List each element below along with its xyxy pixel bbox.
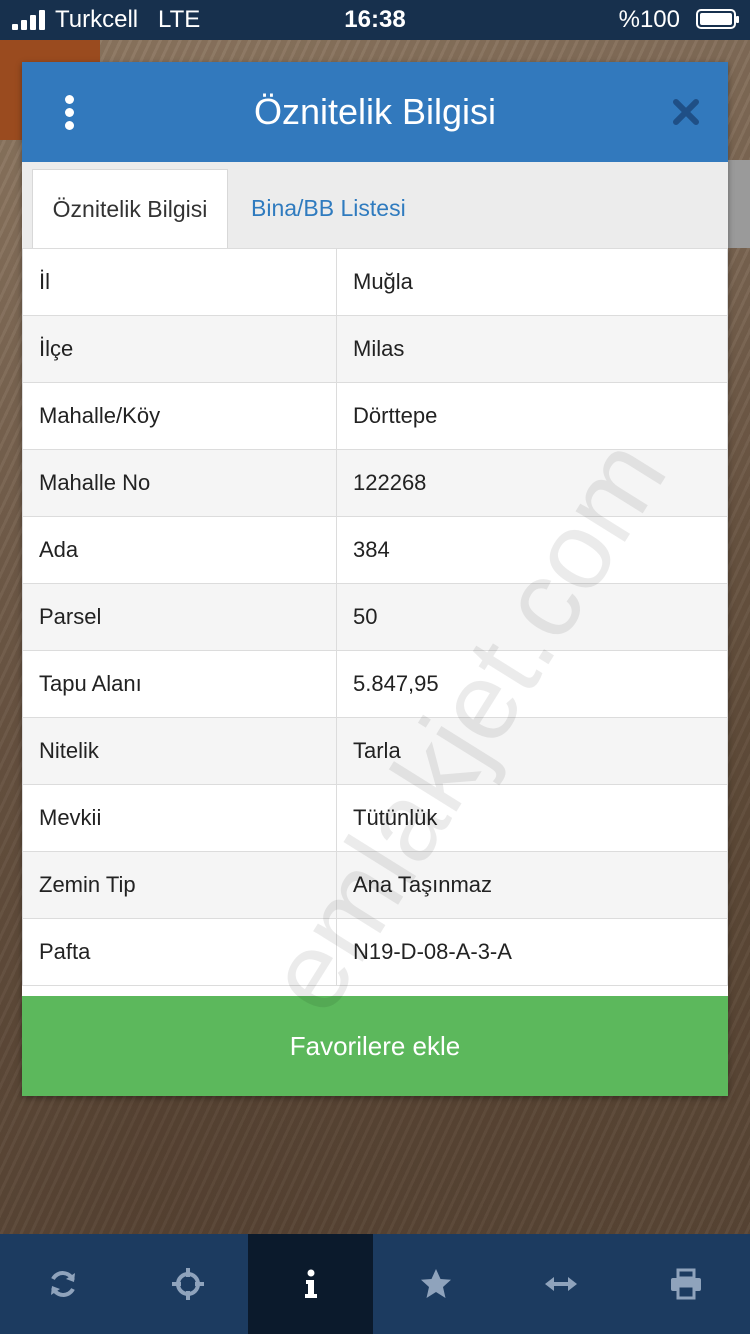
table-row: Zemin Tip Ana Taşınmaz [22,851,728,919]
refresh-button[interactable] [0,1234,125,1334]
row-key: Pafta [22,918,337,986]
row-value: Muğla [336,248,728,316]
crosshair-icon [171,1268,204,1300]
row-value: Milas [336,315,728,383]
modal-header: Öznitelik Bilgisi [22,62,728,162]
bottom-toolbar [0,1234,750,1334]
close-icon[interactable] [670,96,702,128]
table-row: Ada 384 [22,516,728,584]
row-key: Mevkii [22,784,337,852]
row-value: Dörttepe [336,382,728,450]
row-value: N19-D-08-A-3-A [336,918,728,986]
map-edge-control [728,160,750,248]
locate-button[interactable] [125,1234,250,1334]
row-value: 5.847,95 [336,650,728,718]
attribute-table: İl Muğla İlçe Milas Mahalle/Köy Dörttepe… [22,248,728,986]
row-value: 50 [336,583,728,651]
row-key: Ada [22,516,337,584]
print-icon [670,1268,701,1300]
row-key: İl [22,248,337,316]
print-button[interactable] [623,1234,748,1334]
modal-title: Öznitelik Bilgisi [253,91,497,132]
row-value: Tütünlük [336,784,728,852]
row-key: Mahalle No [22,449,337,517]
row-key: Tapu Alanı [22,650,337,718]
row-key: Parsel [22,583,337,651]
tab-attribute-info[interactable]: Öznitelik Bilgisi [32,169,228,249]
measure-button[interactable] [498,1234,623,1334]
table-row: Pafta N19-D-08-A-3-A [22,918,728,986]
battery-percent: %100 [618,6,680,33]
info-icon [304,1269,317,1298]
measure-icon [544,1277,577,1291]
row-key: İlçe [22,315,337,383]
refresh-icon [50,1271,75,1297]
row-key: Zemin Tip [22,851,337,919]
table-row: Nitelik Tarla [22,717,728,785]
table-row: İl Muğla [22,248,728,316]
attribute-modal: Öznitelik Bilgisi Öznitelik Bilgisi Bina… [22,62,728,1096]
tab-bar: Öznitelik Bilgisi Bina/BB Listesi [22,162,728,249]
table-row: Parsel 50 [22,583,728,651]
row-value: Tarla [336,717,728,785]
status-bar: Turkcell LTE 16:38 %100 [0,0,750,40]
info-button[interactable] [248,1234,373,1334]
table-row: İlçe Milas [22,315,728,383]
row-key: Mahalle/Köy [22,382,337,450]
favorites-button[interactable] [373,1234,498,1334]
row-value: Ana Taşınmaz [336,851,728,919]
add-to-favorites-button[interactable]: Favorilere ekle [22,996,728,1096]
table-row: Mevkii Tütünlük [22,784,728,852]
table-row: Tapu Alanı 5.847,95 [22,650,728,718]
row-value: 122268 [336,449,728,517]
battery-icon [696,9,739,29]
tab-building-list[interactable]: Bina/BB Listesi [251,169,406,249]
table-row: Mahalle/Köy Dörttepe [22,382,728,450]
star-icon [420,1269,451,1298]
row-key: Nitelik [22,717,337,785]
table-row: Mahalle No 122268 [22,449,728,517]
row-value: 384 [336,516,728,584]
